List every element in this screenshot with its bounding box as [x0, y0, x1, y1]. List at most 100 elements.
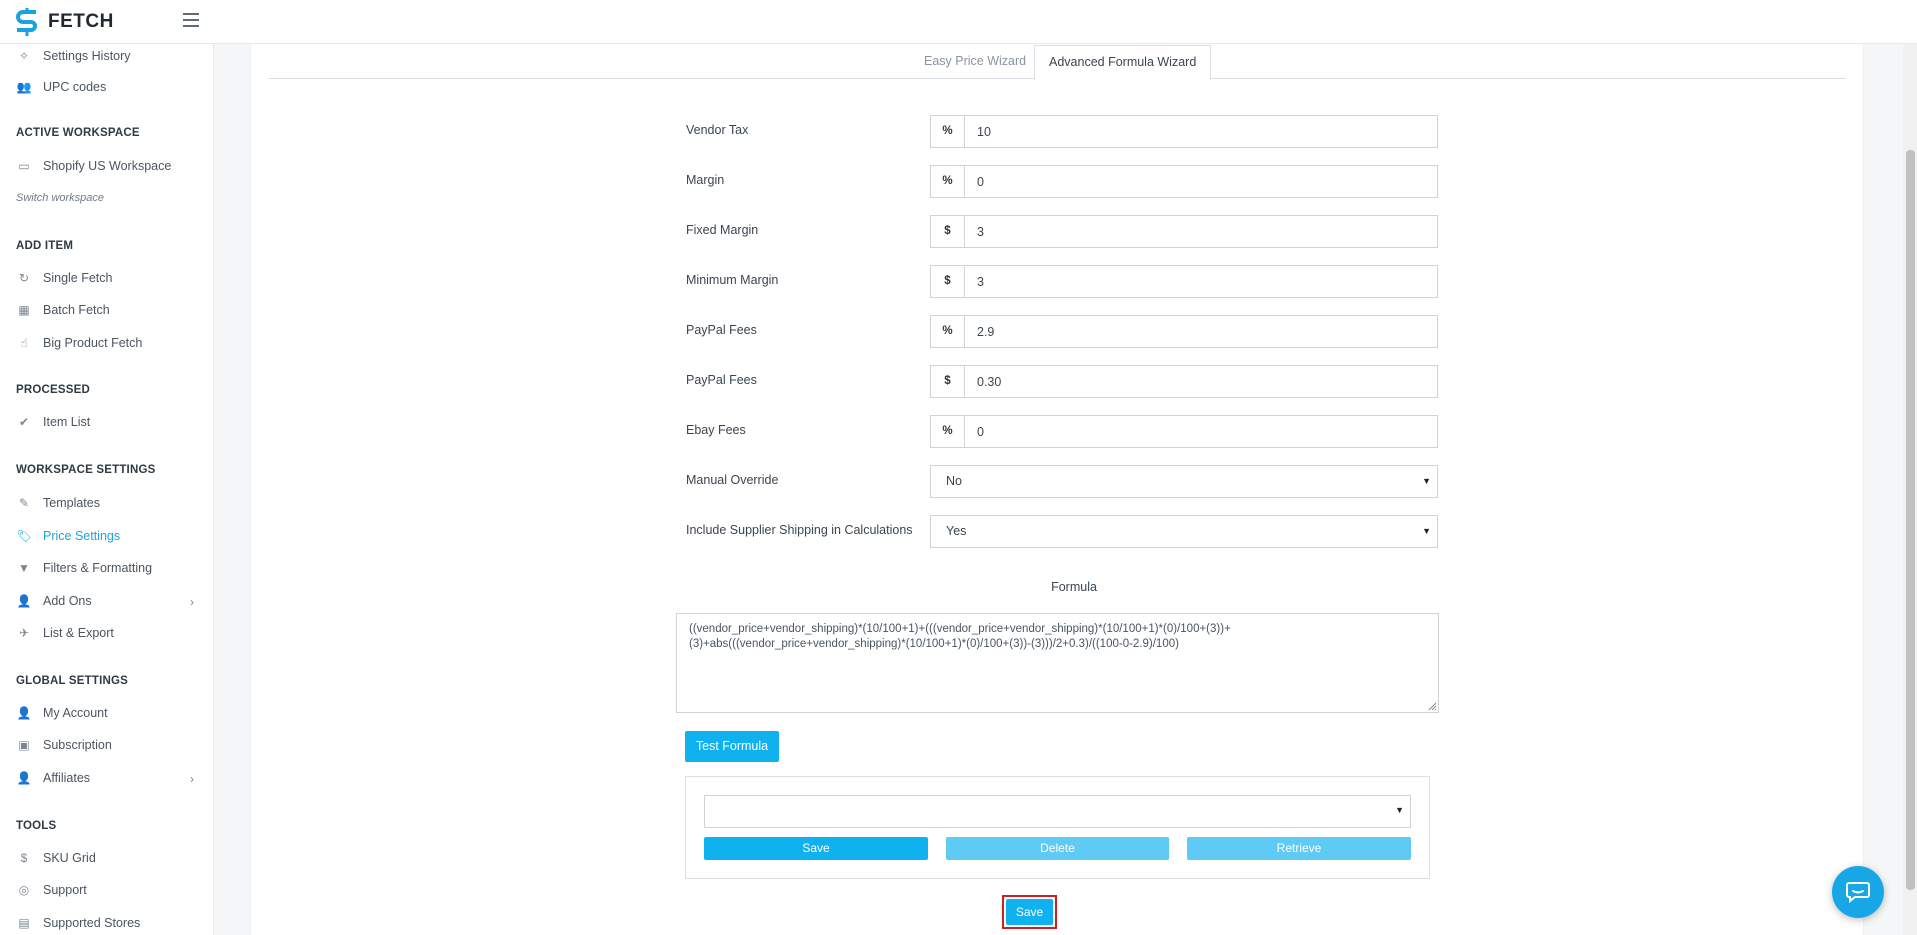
- sidebar-item-affiliates[interactable]: 👤 Affiliates ›: [16, 767, 206, 789]
- sidebar-item-my-account[interactable]: 👤 My Account: [16, 702, 206, 724]
- manual-override-select[interactable]: No ▼: [930, 465, 1438, 498]
- percent-addon: %: [931, 416, 965, 447]
- tab-easy-price-wizard[interactable]: Easy Price Wizard: [910, 45, 1040, 79]
- sidebar-item-label: Supported Stores: [43, 916, 141, 930]
- sidebar-item-label: Single Fetch: [43, 271, 113, 285]
- export-icon: ✈: [18, 626, 30, 640]
- check-list-icon: ✔: [18, 415, 30, 429]
- user-plus-icon: 👤: [16, 771, 32, 785]
- sidebar-item-supported-stores[interactable]: ▤ Supported Stores: [16, 912, 206, 934]
- sidebar: ✧ Settings History 👥 UPC codes ACTIVE WO…: [0, 44, 214, 935]
- filter-icon: ▼: [18, 561, 30, 575]
- fixed-margin-group: $: [930, 215, 1438, 248]
- sidebar-item-support[interactable]: ◎ Support: [16, 879, 206, 901]
- caret-down-icon: ▼: [1422, 526, 1431, 536]
- percent-addon: %: [931, 316, 965, 347]
- margin-group: %: [930, 165, 1438, 198]
- formula-line: (3)+abs(((vendor_price+vendor_shipping)*…: [689, 638, 1179, 650]
- menu-toggle-icon[interactable]: [183, 13, 199, 27]
- sidebar-item-label: Templates: [43, 496, 100, 510]
- save-formula-button[interactable]: Save: [704, 837, 928, 860]
- include-supplier-shipping-select[interactable]: Yes ▼: [930, 515, 1438, 548]
- sidebar-item-workspace[interactable]: ▭ Shopify US Workspace: [16, 155, 206, 177]
- dollar-addon: $: [931, 366, 965, 397]
- sidebar-item-templates[interactable]: ✎ Templates: [16, 492, 206, 514]
- vendor-tax-group: %: [930, 115, 1438, 148]
- tab-advanced-formula-wizard[interactable]: Advanced Formula Wizard: [1034, 45, 1212, 81]
- section-add-item: ADD ITEM: [16, 240, 74, 252]
- sidebar-item-item-list[interactable]: ✔ Item List: [16, 411, 206, 433]
- top-bar: FETCH: [0, 0, 1917, 44]
- vendor-tax-input[interactable]: [965, 116, 1437, 147]
- sidebar-item-settings-history[interactable]: ✧ Settings History: [16, 45, 206, 67]
- sidebar-item-list-export[interactable]: ✈ List & Export: [16, 622, 206, 644]
- percent-addon: %: [931, 116, 965, 147]
- save-button-highlight: Save: [1002, 895, 1057, 929]
- sidebar-item-label: My Account: [43, 706, 108, 720]
- sidebar-item-label: Subscription: [43, 738, 112, 752]
- save-settings-button[interactable]: Save: [1006, 899, 1053, 925]
- sidebar-item-subscription[interactable]: ▣ Subscription: [16, 734, 206, 756]
- sidebar-item-label: List & Export: [43, 626, 114, 640]
- chat-widget-button[interactable]: [1832, 866, 1884, 918]
- minimum-margin-input[interactable]: [965, 266, 1437, 297]
- paypal-fees-fixed-input[interactable]: [965, 366, 1437, 397]
- fetch-logo-icon: [16, 8, 37, 36]
- user-icon: 👤: [16, 706, 32, 720]
- formula-title: Formula: [1051, 580, 1097, 594]
- sidebar-item-add-ons[interactable]: 👤 Add Ons ›: [16, 590, 206, 612]
- sidebar-item-label: Settings History: [43, 49, 131, 63]
- chat-bubble-icon: [1846, 882, 1870, 903]
- formula-textarea[interactable]: ((vendor_price+vendor_shipping)*(10/100+…: [676, 613, 1439, 713]
- delete-formula-button[interactable]: Delete: [946, 837, 1169, 860]
- paypal-fees-percent-label: PayPal Fees: [686, 323, 757, 337]
- paypal-fees-percent-input[interactable]: [965, 316, 1437, 347]
- ebay-fees-label: Ebay Fees: [686, 423, 746, 437]
- percent-addon: %: [931, 166, 965, 197]
- vendor-tax-label: Vendor Tax: [686, 123, 749, 137]
- sidebar-item-label: Support: [43, 883, 87, 897]
- switch-workspace-link[interactable]: Switch workspace: [16, 192, 104, 204]
- sidebar-item-filters-formatting[interactable]: ▼ Filters & Formatting: [16, 557, 206, 579]
- monitor-icon: ▭: [18, 159, 30, 173]
- section-global-settings: GLOBAL SETTINGS: [16, 675, 129, 687]
- app-logo[interactable]: FETCH: [14, 8, 114, 36]
- chevron-right-icon: ›: [190, 772, 194, 786]
- lifebuoy-icon: ◎: [18, 883, 30, 897]
- sidebar-item-upc-codes[interactable]: 👥 UPC codes: [16, 76, 206, 98]
- page-scrollbar[interactable]: [1903, 44, 1917, 935]
- section-active-workspace: ACTIVE WORKSPACE: [16, 127, 140, 139]
- refresh-icon: ↻: [18, 271, 30, 285]
- resize-handle-icon[interactable]: [1428, 702, 1437, 711]
- sidebar-item-single-fetch[interactable]: ↻ Single Fetch: [16, 267, 206, 289]
- store-icon: ▤: [18, 916, 30, 930]
- minimum-margin-label: Minimum Margin: [686, 273, 779, 287]
- sidebar-item-sku-grid[interactable]: $ SKU Grid: [16, 847, 206, 869]
- saved-formula-select[interactable]: ▼: [704, 795, 1411, 828]
- sidebar-item-big-product-fetch[interactable]: ☝ Big Product Fetch: [16, 332, 206, 354]
- sidebar-item-label: SKU Grid: [43, 851, 96, 865]
- hand-icon: ☝: [20, 336, 28, 350]
- scrollbar-thumb[interactable]: [1906, 150, 1915, 890]
- fixed-margin-input[interactable]: [965, 216, 1437, 247]
- retrieve-formula-button[interactable]: Retrieve: [1187, 837, 1411, 860]
- sidebar-item-label: Batch Fetch: [43, 303, 110, 317]
- caret-down-icon: ▼: [1422, 476, 1431, 486]
- ebay-fees-input[interactable]: [965, 416, 1437, 447]
- users-icon: 👥: [16, 80, 32, 94]
- minimum-margin-group: $: [930, 265, 1438, 298]
- section-processed: PROCESSED: [16, 384, 91, 396]
- app-name: FETCH: [48, 11, 114, 32]
- paypal-fees-fixed-label: PayPal Fees: [686, 373, 757, 387]
- sidebar-item-label: Affiliates: [43, 771, 91, 785]
- sidebar-item-price-settings[interactable]: 🏷 Price Settings: [16, 525, 206, 547]
- sidebar-item-batch-fetch[interactable]: ▦ Batch Fetch: [16, 299, 206, 321]
- margin-label: Margin: [686, 173, 725, 187]
- margin-input[interactable]: [965, 166, 1437, 197]
- chevron-right-icon: ›: [190, 595, 194, 609]
- formula-line: ((vendor_price+vendor_shipping)*(10/100+…: [689, 623, 1231, 635]
- ebay-fees-group: %: [930, 415, 1438, 448]
- test-formula-button[interactable]: Test Formula: [685, 731, 779, 762]
- manual-override-label: Manual Override: [686, 473, 779, 487]
- grid-icon: ▦: [18, 303, 30, 317]
